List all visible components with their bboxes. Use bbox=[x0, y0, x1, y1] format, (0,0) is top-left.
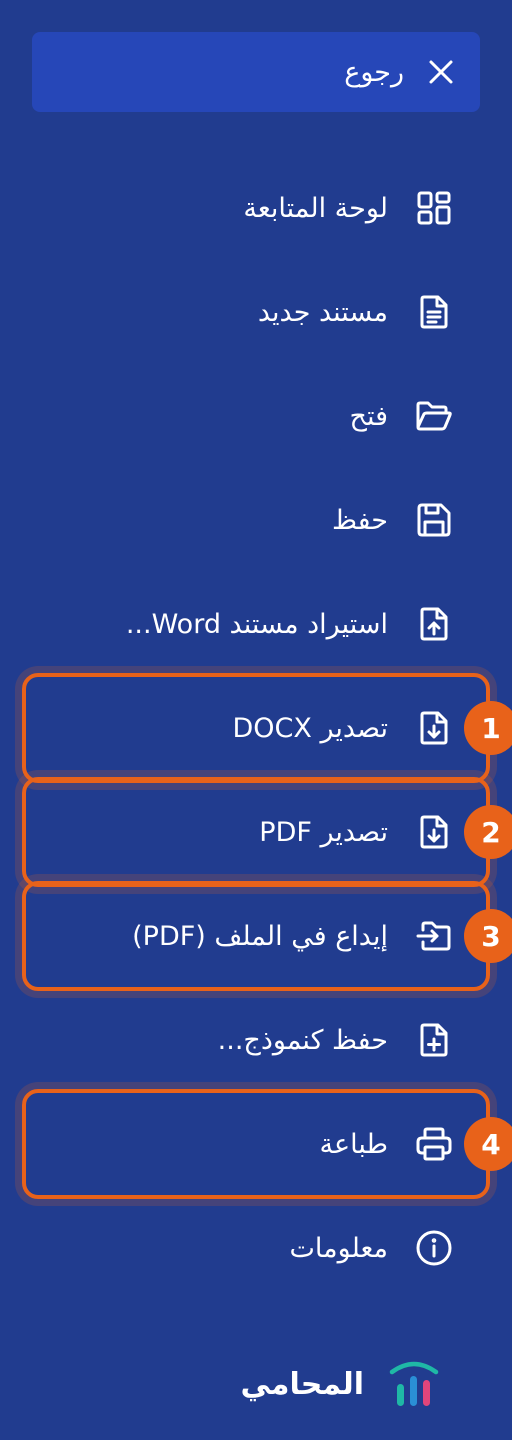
folder-input-icon bbox=[414, 916, 454, 956]
menu-item-print[interactable]: طباعة bbox=[32, 1108, 472, 1180]
menu-item-label: فتح bbox=[349, 400, 388, 432]
brand-logo: المحامي bbox=[230, 1354, 450, 1414]
menu-item-label: طباعة bbox=[319, 1128, 388, 1160]
printer-icon bbox=[414, 1124, 454, 1164]
menu-item-label: حفظ كنموذج... bbox=[217, 1024, 388, 1056]
menu-item-save[interactable]: حفظ bbox=[32, 484, 472, 556]
menu-item-label: حفظ bbox=[332, 504, 388, 536]
close-icon bbox=[426, 57, 456, 87]
folder-open-icon bbox=[414, 396, 454, 436]
menu-item-export-docx[interactable]: تصدير DOCX bbox=[32, 692, 472, 764]
menu-item-export-pdf[interactable]: تصدير PDF bbox=[32, 796, 472, 868]
menu-item-open[interactable]: فتح bbox=[32, 380, 472, 452]
back-button[interactable]: رجوع bbox=[32, 32, 480, 112]
menu-item-file-into-case[interactable]: إيداع في الملف (PDF) bbox=[32, 900, 472, 972]
menu-item-label: تصدير DOCX bbox=[232, 712, 388, 744]
new-document-icon bbox=[414, 292, 454, 332]
menu-item-label: معلومات bbox=[289, 1232, 388, 1264]
menu-item-save-as-template[interactable]: حفظ كنموذج... bbox=[32, 1004, 472, 1076]
info-icon bbox=[414, 1228, 454, 1268]
back-label: رجوع bbox=[344, 56, 404, 88]
file-download-icon bbox=[414, 708, 454, 748]
menu-item-info[interactable]: معلومات bbox=[32, 1212, 472, 1284]
menu-item-label: لوحة المتابعة bbox=[243, 192, 388, 224]
file-download-icon bbox=[414, 812, 454, 852]
menu-item-new-document[interactable]: مستند جديد bbox=[32, 276, 472, 348]
menu-item-label: مستند جديد bbox=[257, 296, 388, 328]
menu-item-label: تصدير PDF bbox=[259, 816, 388, 848]
file-plus-icon bbox=[414, 1020, 454, 1060]
menu-item-import-word[interactable]: استيراد مستند Word... bbox=[32, 588, 472, 660]
logo-name: المحامي bbox=[240, 1366, 364, 1402]
logo-mark-icon bbox=[389, 1361, 439, 1406]
menu-item-label: إيداع في الملف (PDF) bbox=[132, 920, 388, 952]
menu-item-label: استيراد مستند Word... bbox=[125, 608, 388, 640]
save-icon bbox=[414, 500, 454, 540]
file-upload-icon bbox=[414, 604, 454, 644]
menu-item-dashboard[interactable]: لوحة المتابعة bbox=[32, 172, 472, 244]
dashboard-grid-icon bbox=[414, 188, 454, 228]
